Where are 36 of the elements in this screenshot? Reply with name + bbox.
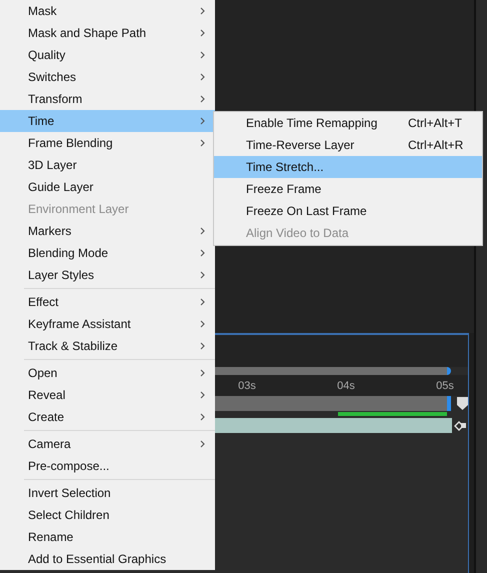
menu-item[interactable]: Camera: [0, 433, 215, 455]
ruler-label: 03s: [237, 380, 257, 392]
menu-item[interactable]: Invert Selection: [0, 482, 215, 504]
menu-item[interactable]: Effect: [0, 291, 215, 313]
menu-item[interactable]: Markers: [0, 220, 215, 242]
menu-item[interactable]: Layer Styles: [0, 264, 215, 286]
menu-item[interactable]: Freeze On Last Frame: [214, 200, 482, 222]
menu-item[interactable]: Mask: [0, 0, 215, 22]
menu-item[interactable]: Keyframe Assistant: [0, 313, 215, 335]
marker-icon[interactable]: [457, 397, 468, 410]
menu-item[interactable]: Switches: [0, 66, 215, 88]
menu-item[interactable]: Quality: [0, 44, 215, 66]
layer-duration-bar[interactable]: [215, 396, 451, 411]
comp-button-icon[interactable]: [454, 420, 466, 431]
menu-item[interactable]: Open: [0, 362, 215, 384]
ruler-label: 05s: [435, 380, 455, 392]
menu-item[interactable]: Reveal: [0, 384, 215, 406]
menu-item[interactable]: Mask and Shape Path: [0, 22, 215, 44]
menu-item[interactable]: Transform: [0, 88, 215, 110]
menu-item[interactable]: Rename: [0, 526, 215, 548]
menu-item[interactable]: Guide Layer: [0, 176, 215, 198]
menu-item[interactable]: Add to Essential Graphics: [0, 548, 215, 570]
menu-item[interactable]: Select Children: [0, 504, 215, 526]
menu-item[interactable]: Time-Reverse Layer Ctrl+Alt+R: [214, 134, 482, 156]
work-area-bar[interactable]: [215, 367, 451, 375]
menu-item[interactable]: Time Stretch...: [214, 156, 482, 178]
ruler-label: 04s: [336, 380, 356, 392]
menu-item[interactable]: Time: [0, 110, 215, 132]
menu-item[interactable]: Pre-compose...: [0, 455, 215, 477]
menu-item[interactable]: 3D Layer: [0, 154, 215, 176]
menu-item[interactable]: Blending Mode: [0, 242, 215, 264]
menu-item[interactable]: Create: [0, 406, 215, 428]
menu-item[interactable]: Frame Blending: [0, 132, 215, 154]
menu-item[interactable]: Track & Stabilize: [0, 335, 215, 357]
menu-item[interactable]: Freeze Frame: [214, 178, 482, 200]
menu-item[interactable]: Enable Time Remapping Ctrl+Alt+T: [214, 112, 482, 134]
